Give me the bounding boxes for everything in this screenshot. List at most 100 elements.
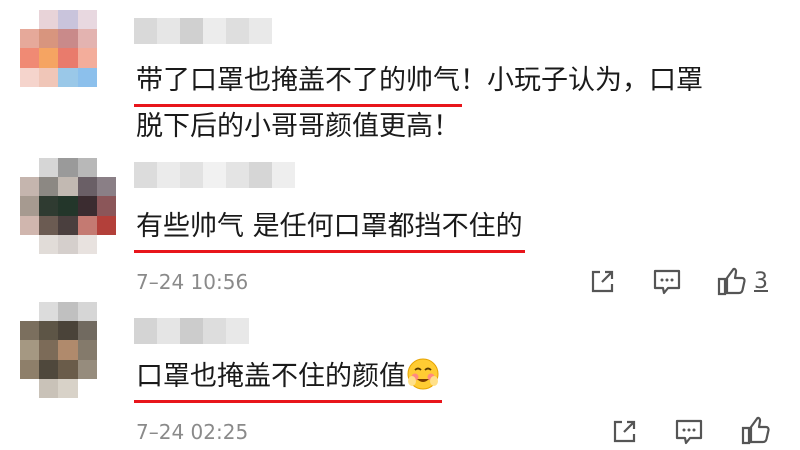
blush-emoji-icon bbox=[407, 358, 439, 390]
avatar-pixel bbox=[39, 86, 59, 106]
avatar-pixel bbox=[58, 378, 78, 398]
avatar-pixel bbox=[96, 86, 116, 106]
avatar-pixel bbox=[77, 215, 97, 235]
avatar-pixel bbox=[96, 10, 116, 30]
comment-button[interactable] bbox=[674, 418, 704, 446]
avatar-pixel bbox=[58, 158, 78, 178]
avatar-pixel bbox=[96, 234, 116, 254]
avatar-pixel bbox=[39, 177, 59, 197]
share-icon bbox=[613, 420, 636, 443]
highlighted-text: 带了口罩也掩盖不了的帅气 bbox=[134, 58, 462, 107]
timestamp: 7–24 10:56 bbox=[136, 270, 249, 294]
avatar-pixel bbox=[96, 48, 116, 68]
avatar-pixel bbox=[77, 196, 97, 216]
avatar-pixel bbox=[39, 196, 59, 216]
avatar-pixel bbox=[58, 10, 78, 30]
avatar-pixel bbox=[77, 340, 97, 360]
avatar-pixel bbox=[39, 340, 59, 360]
like-count[interactable]: 3 bbox=[754, 269, 768, 294]
avatar-pixel bbox=[77, 302, 97, 322]
avatar-pixel bbox=[20, 340, 40, 360]
share-button[interactable] bbox=[610, 418, 638, 446]
avatar-pixel bbox=[39, 359, 59, 379]
comment-text: 带了口罩也掩盖不了的帅气！小玩子认为，口罩 bbox=[134, 58, 703, 107]
avatar-pixel bbox=[39, 378, 59, 398]
avatar-pixel bbox=[20, 177, 40, 197]
avatar-pixel bbox=[77, 48, 97, 68]
avatar-pixel bbox=[58, 196, 78, 216]
avatar-pixel bbox=[20, 321, 40, 341]
comment-icon bbox=[653, 269, 681, 295]
avatar-pixel bbox=[96, 177, 116, 197]
avatar-pixel bbox=[96, 359, 116, 379]
share-icon bbox=[591, 270, 614, 293]
username-blurred[interactable] bbox=[134, 318, 249, 344]
username-blurred[interactable] bbox=[134, 162, 295, 188]
avatar-pixel bbox=[58, 67, 78, 87]
highlighted-text: 有些帅气 是任何口罩都挡不住的 bbox=[134, 204, 525, 253]
comment-icon bbox=[675, 419, 703, 445]
avatar-pixel bbox=[96, 29, 116, 49]
avatar-pixel bbox=[20, 378, 40, 398]
avatar-pixel bbox=[58, 321, 78, 341]
share-button[interactable] bbox=[588, 268, 616, 296]
avatar-pixel bbox=[20, 215, 40, 235]
timestamp: 7–24 02:25 bbox=[136, 420, 249, 444]
avatar-pixel bbox=[39, 158, 59, 178]
avatar-pixel bbox=[58, 86, 78, 106]
avatar[interactable] bbox=[20, 302, 116, 398]
avatar-pixel bbox=[39, 302, 59, 322]
avatar-pixel bbox=[20, 234, 40, 254]
avatar-pixel bbox=[96, 67, 116, 87]
avatar-pixel bbox=[96, 158, 116, 178]
comment-text: 有些帅气 是任何口罩都挡不住的 bbox=[134, 204, 525, 253]
comment-text-rest: ！小玩子认为，口罩 bbox=[460, 65, 703, 96]
avatar-pixel bbox=[39, 10, 59, 30]
comment-text-line2: 脱下后的小哥哥颜值更高！ bbox=[136, 111, 460, 142]
avatar-pixel bbox=[20, 67, 40, 87]
comment-button[interactable] bbox=[652, 268, 682, 296]
avatar-pixel bbox=[77, 10, 97, 30]
avatar-pixel bbox=[20, 86, 40, 106]
avatar-pixel bbox=[39, 234, 59, 254]
avatar-pixel bbox=[96, 302, 116, 322]
avatar-pixel bbox=[20, 48, 40, 68]
avatar-pixel bbox=[96, 378, 116, 398]
avatar[interactable] bbox=[20, 158, 116, 254]
avatar-pixel bbox=[58, 215, 78, 235]
avatar-pixel bbox=[39, 67, 59, 87]
like-button[interactable]: 3 bbox=[716, 265, 768, 297]
avatar-pixel bbox=[77, 378, 97, 398]
comment-text: 口罩也掩盖不住的颜值 bbox=[134, 354, 442, 403]
avatar-pixel bbox=[58, 48, 78, 68]
avatar-pixel bbox=[58, 302, 78, 322]
username-blurred[interactable] bbox=[134, 18, 272, 44]
avatar-pixel bbox=[77, 359, 97, 379]
avatar-pixel bbox=[77, 234, 97, 254]
avatar-pixel bbox=[58, 29, 78, 49]
avatar-pixel bbox=[20, 302, 40, 322]
like-button[interactable] bbox=[740, 414, 772, 446]
comment-text-content: 口罩也掩盖不住的颜值 bbox=[136, 361, 406, 392]
avatar-pixel bbox=[58, 359, 78, 379]
avatar-pixel bbox=[20, 10, 40, 30]
avatar-pixel bbox=[20, 158, 40, 178]
avatar-pixel bbox=[96, 321, 116, 341]
highlighted-text: 口罩也掩盖不住的颜值 bbox=[134, 354, 442, 403]
avatar[interactable] bbox=[20, 10, 116, 106]
avatar-pixel bbox=[77, 67, 97, 87]
avatar-pixel bbox=[20, 196, 40, 216]
thumbs-up-icon bbox=[717, 267, 746, 296]
avatar-pixel bbox=[39, 321, 59, 341]
avatar-pixel bbox=[20, 359, 40, 379]
avatar-pixel bbox=[58, 234, 78, 254]
avatar-pixel bbox=[58, 340, 78, 360]
avatar-pixel bbox=[77, 29, 97, 49]
avatar-pixel bbox=[77, 177, 97, 197]
avatar-pixel bbox=[39, 29, 59, 49]
avatar-pixel bbox=[77, 321, 97, 341]
avatar-pixel bbox=[96, 196, 116, 216]
avatar-pixel bbox=[58, 177, 78, 197]
avatar-pixel bbox=[96, 215, 116, 235]
avatar-pixel bbox=[39, 215, 59, 235]
